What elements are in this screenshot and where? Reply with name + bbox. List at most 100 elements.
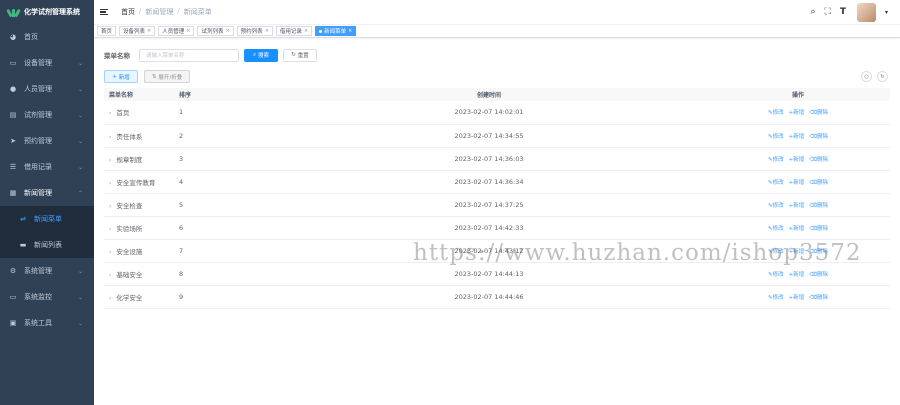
refresh-button[interactable]: ↻ [877, 71, 888, 82]
chevron-right-icon[interactable]: › [109, 295, 111, 302]
refresh-icon: ↻ [880, 73, 885, 80]
close-icon[interactable]: × [186, 28, 190, 34]
delete-button[interactable]: ⌫删除 [809, 247, 828, 255]
chevron-right-icon[interactable]: › [109, 272, 111, 279]
sidebar-item-label: 试剂管理 [24, 111, 52, 119]
add-child-button[interactable]: +新增 [789, 201, 805, 209]
chevron-right-icon[interactable]: › [109, 180, 111, 187]
tag-item[interactable]: 首页 [97, 26, 117, 36]
cell-actions: ✎修改 +新增 ⌫删除 [674, 262, 890, 286]
close-icon[interactable]: × [348, 28, 352, 34]
active-dot-icon [319, 29, 323, 33]
search-icon[interactable]: ⌕ [810, 7, 815, 17]
edit-button[interactable]: ✎修改 [768, 201, 784, 209]
chevron-right-icon[interactable]: › [109, 226, 111, 233]
breadcrumb-item: 新闻菜单 [183, 8, 212, 16]
chevron-down-icon: ⌄ [77, 111, 83, 119]
edit-button[interactable]: ✎修改 [768, 247, 784, 255]
cell-actions: ✎修改 +新增 ⌫删除 [674, 239, 890, 263]
sidebar: 化学试剂管理系统 ◕ 首页 ▭ 设备管理 ⌄ ● 人员管理 ⌄ ▤ 试剂管理 ⌄… [0, 0, 94, 405]
row-actions: ✎修改 +新增 ⌫删除 [674, 108, 890, 116]
sidebar-item-system[interactable]: ⚙ 系统管理 ⌄ [0, 258, 94, 284]
delete-button[interactable]: ⌫删除 [809, 155, 828, 163]
chevron-right-icon[interactable]: › [109, 203, 111, 210]
add-child-button[interactable]: +新增 [789, 132, 805, 140]
add-child-button[interactable]: +新增 [789, 178, 805, 186]
chevron-right-icon[interactable]: › [109, 249, 111, 256]
delete-button[interactable]: ⌫删除 [809, 293, 828, 301]
delete-label: 删除 [817, 202, 829, 209]
sidebar-item-news[interactable]: ▦ 新闻管理 ⌃ [0, 180, 94, 206]
chevron-right-icon[interactable]: › [109, 110, 111, 117]
sidebar-item-reagent[interactable]: ▤ 试剂管理 ⌄ [0, 102, 94, 128]
edit-button[interactable]: ✎修改 [768, 132, 784, 140]
edit-label: 修改 [772, 225, 784, 232]
sidebar-item-news-menu[interactable]: ⇌ 新闻菜单 [0, 206, 94, 232]
cell-sort: 8 [179, 262, 304, 286]
add-child-button[interactable]: +新增 [789, 108, 805, 116]
add-child-button[interactable]: +新增 [789, 247, 805, 255]
sidebar-item-news-list[interactable]: ▬ 新闻列表 [0, 232, 94, 258]
tag-item[interactable]: 试剂列表 × [197, 26, 234, 36]
close-icon[interactable]: × [225, 28, 229, 34]
sidebar-item-borrow[interactable]: ☰ 借用记录 ⌄ [0, 154, 94, 180]
close-icon[interactable]: × [304, 28, 308, 34]
edit-button[interactable]: ✎修改 [768, 155, 784, 163]
sidebar-item-personnel[interactable]: ● 人员管理 ⌄ [0, 76, 94, 102]
trash-icon: ⌫ [809, 294, 817, 301]
sidebar-item-tools[interactable]: ▣ 系统工具 ⌄ [0, 310, 94, 336]
delete-button[interactable]: ⌫删除 [809, 270, 828, 278]
sidebar-item-monitor[interactable]: ▭ 系统监控 ⌄ [0, 284, 94, 310]
chevron-right-icon[interactable]: › [109, 134, 111, 141]
close-icon[interactable]: × [265, 28, 269, 34]
cell-time: 2023-02-07 14:44:46 [304, 285, 674, 309]
tag-item[interactable]: 设备列表 × [119, 26, 156, 36]
caret-down-icon[interactable]: ▾ [885, 9, 888, 16]
tag-label: 设备列表 [123, 29, 146, 35]
delete-button[interactable]: ⌫删除 [809, 178, 828, 186]
tag-item[interactable]: 人员管理 × [158, 26, 195, 36]
sidebar-item-label: 首页 [24, 33, 38, 41]
fullscreen-icon[interactable]: ⛶ [825, 7, 831, 17]
search-button[interactable]: ⌕ 搜索 [244, 48, 278, 62]
font-size-icon[interactable]: T [840, 7, 846, 17]
add-child-button[interactable]: +新增 [789, 155, 805, 163]
add-child-button[interactable]: +新增 [789, 224, 805, 232]
delete-button[interactable]: ⌫删除 [809, 201, 828, 209]
edit-button[interactable]: ✎修改 [768, 178, 784, 186]
search-input[interactable]: 请输入菜单名称 [139, 48, 239, 62]
chevron-right-icon[interactable]: › [109, 157, 111, 164]
breadcrumb-item[interactable]: 首页 [121, 7, 135, 17]
row-actions: ✎修改 +新增 ⌫删除 [674, 132, 890, 140]
reset-button-label: 重置 [297, 53, 309, 59]
toggle-search-button[interactable]: ○ [861, 71, 872, 82]
delete-button[interactable]: ⌫删除 [809, 132, 828, 140]
edit-label: 修改 [772, 156, 784, 163]
tag-item[interactable]: 预约列表 × [236, 26, 273, 36]
add-child-button[interactable]: +新增 [789, 293, 805, 301]
edit-button[interactable]: ✎修改 [768, 270, 784, 278]
delete-label: 删除 [817, 248, 829, 255]
cell-name: › 基础安全 [104, 262, 179, 286]
sidebar-item-home[interactable]: ◕ 首页 [0, 24, 94, 50]
edit-button[interactable]: ✎修改 [768, 224, 784, 232]
close-icon[interactable]: × [147, 28, 151, 34]
cell-actions: ✎修改 +新增 ⌫删除 [674, 147, 890, 171]
edit-button[interactable]: ✎修改 [768, 293, 784, 301]
add-button[interactable]: + 新增 [104, 70, 138, 83]
reset-button[interactable]: ↻ 重置 [283, 48, 317, 62]
cell-time: 2023-02-07 14:42:33 [304, 216, 674, 240]
avatar[interactable] [856, 2, 876, 22]
expand-collapse-button[interactable]: ⇅ 展开/折叠 [144, 70, 190, 83]
sidebar-item-reservation[interactable]: ➤ 预约管理 ⌄ [0, 128, 94, 154]
tag-item-active[interactable]: 新闻菜单 × [315, 26, 357, 36]
tag-item[interactable]: 借用记录 × [275, 26, 313, 36]
hamburger-icon[interactable] [100, 8, 110, 16]
delete-button[interactable]: ⌫删除 [809, 224, 828, 232]
sidebar-item-equipment[interactable]: ▭ 设备管理 ⌄ [0, 50, 94, 76]
add-child-button[interactable]: +新增 [789, 270, 805, 278]
delete-button[interactable]: ⌫删除 [809, 108, 828, 116]
cell-time: 2023-02-07 14:43:12 [304, 239, 674, 263]
edit-button[interactable]: ✎修改 [768, 108, 784, 116]
app-logo[interactable]: 化学试剂管理系统 [0, 0, 94, 24]
